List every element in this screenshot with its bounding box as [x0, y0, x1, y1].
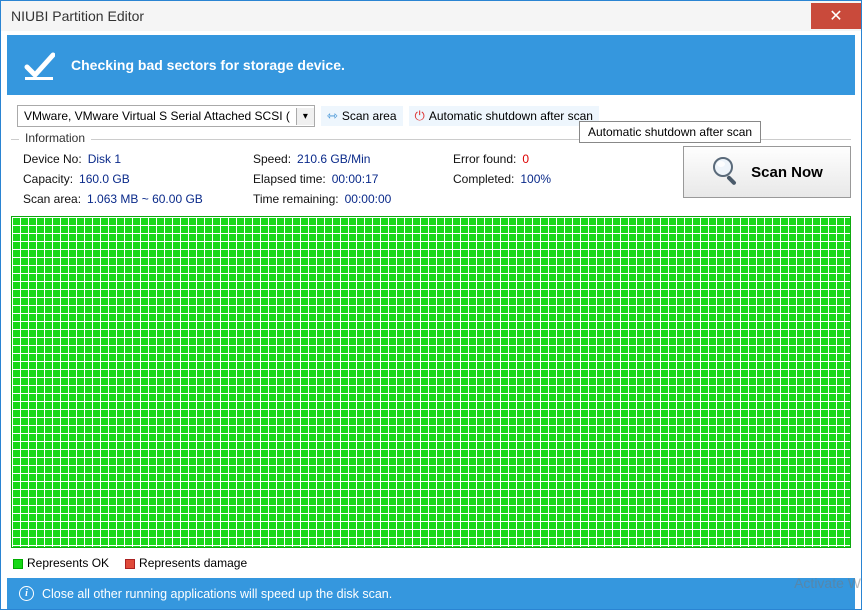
close-icon: ✕ [829, 6, 842, 26]
power-icon: ⏻ [415, 108, 425, 124]
elapsed-value: 00:00:17 [332, 172, 379, 186]
ok-swatch-icon [13, 559, 23, 569]
footer-text: Close all other running applications wil… [42, 587, 392, 601]
device-dropdown[interactable]: VMware, VMware Virtual S Serial Attached… [17, 105, 315, 127]
chevron-down-icon: ▾ [296, 108, 314, 125]
check-icon [23, 49, 55, 81]
close-button[interactable]: ✕ [811, 3, 861, 29]
damage-swatch-icon [125, 559, 135, 569]
magnifier-icon [711, 155, 741, 189]
scan-area-label: Scan area [342, 109, 397, 123]
banner-text: Checking bad sectors for storage device. [71, 57, 345, 73]
status-banner: Checking bad sectors for storage device. [7, 35, 855, 95]
completed-value: 100% [520, 172, 551, 186]
scan-now-button[interactable]: Scan Now [683, 146, 851, 198]
auto-shutdown-button[interactable]: ⏻ Automatic shutdown after scan [409, 106, 599, 126]
tooltip-text: Automatic shutdown after scan [588, 125, 752, 139]
footer-tip: i Close all other running applications w… [7, 578, 855, 609]
information-section: Information Device No:Disk 1 Capacity:16… [11, 139, 851, 216]
watermark: Activate W [794, 575, 861, 591]
tooltip: Automatic shutdown after scan [579, 121, 761, 143]
device-no-key: Device No: [23, 152, 82, 166]
capacity-key: Capacity: [23, 172, 73, 186]
legend: Represents OK Represents damage [1, 548, 861, 578]
auto-shutdown-label: Automatic shutdown after scan [429, 109, 593, 123]
elapsed-key: Elapsed time: [253, 172, 326, 186]
remaining-key: Time remaining: [253, 192, 339, 206]
speed-key: Speed: [253, 152, 291, 166]
legend-ok: Represents OK [13, 556, 109, 570]
scan-area-value: 1.063 MB ~ 60.00 GB [87, 192, 203, 206]
window-title: NIUBI Partition Editor [11, 8, 811, 24]
titlebar: NIUBI Partition Editor ✕ [1, 1, 861, 31]
scan-now-label: Scan Now [751, 164, 823, 181]
scan-area-key: Scan area: [23, 192, 81, 206]
info-section-label: Information [19, 131, 91, 145]
remaining-value: 00:00:00 [345, 192, 392, 206]
error-key: Error found: [453, 152, 516, 166]
speed-value: 210.6 GB/Min [297, 152, 370, 166]
error-value: 0 [522, 152, 529, 166]
info-icon: i [19, 586, 34, 601]
device-selected-label: VMware, VMware Virtual S Serial Attached… [18, 106, 296, 126]
completed-key: Completed: [453, 172, 514, 186]
app-window: NIUBI Partition Editor ✕ Checking bad se… [0, 0, 862, 610]
range-icon: ⇿ [327, 108, 338, 124]
capacity-value: 160.0 GB [79, 172, 130, 186]
device-no-value: Disk 1 [88, 152, 121, 166]
sector-map [11, 216, 851, 548]
scan-area-button[interactable]: ⇿ Scan area [321, 106, 403, 126]
legend-damage: Represents damage [125, 556, 247, 570]
